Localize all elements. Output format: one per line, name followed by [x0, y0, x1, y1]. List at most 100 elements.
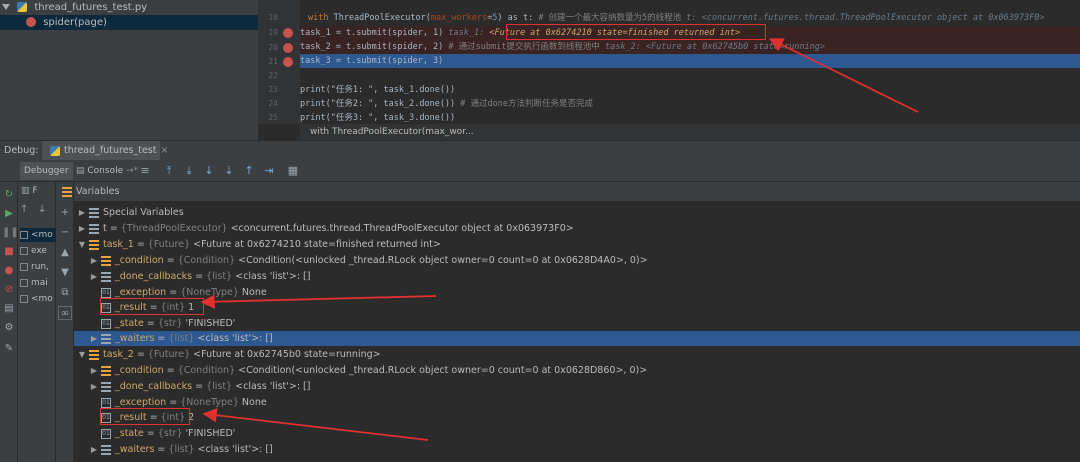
breakpoint-icon[interactable] [283, 43, 293, 53]
mute-breakpoints-icon[interactable]: ⊘ [2, 283, 16, 297]
tree-item-function[interactable]: spider(page) [0, 15, 258, 30]
expand-icon[interactable] [2, 4, 10, 10]
var-type: {list} [206, 271, 233, 282]
tree-row-special[interactable]: ▶ Special Variables [74, 205, 1080, 220]
expand-arrow-icon[interactable]: ▶ [78, 205, 86, 220]
expand-arrow-icon[interactable]: ▶ [90, 269, 98, 284]
code-text: print("任务1: ", task_1.done()) [300, 85, 456, 95]
tree-item-file[interactable]: thread_futures_test.py [2, 0, 147, 15]
code-text: task_3 = t.submit(spider, 3) [300, 56, 444, 66]
frame-item[interactable]: <mo [20, 292, 56, 306]
expand-arrow-icon[interactable]: ▶ [90, 253, 98, 268]
pin-tab-icon[interactable]: ✎ [2, 342, 16, 356]
annotation-box [100, 298, 204, 315]
move-down-icon[interactable]: ▼ [58, 266, 72, 280]
add-watch-icon[interactable]: + [58, 206, 72, 220]
tree-row-task2[interactable]: ▼ task_2 = {Future} <Future at 0x62745b0 … [74, 347, 1080, 362]
show-execution-point-icon[interactable]: ⤒ [162, 164, 176, 178]
breadcrumb[interactable]: with ThreadPoolExecutor(max_wor... [300, 124, 1080, 140]
run-to-cursor-icon[interactable]: ⇥ [262, 164, 276, 178]
move-up-icon[interactable]: ▲ [58, 246, 72, 260]
tree-row-task1-waiters[interactable]: ▶ _waiters = {list} <class 'list'>: [] [74, 331, 1080, 346]
object-icon [89, 349, 99, 360]
step-over-icon[interactable]: ⤓ [182, 164, 196, 178]
code-text: ) as t: [497, 13, 534, 23]
frame-item[interactable]: mai [20, 276, 56, 290]
expand-arrow-icon[interactable]: ▶ [90, 331, 98, 346]
var-type: {Future} [147, 349, 191, 360]
variables-tree[interactable]: Variables ▶ Special Variables ▶ t = {Threa… [62, 182, 1080, 462]
close-icon[interactable]: × [161, 145, 169, 156]
var-type: {list} [168, 444, 195, 455]
tab-debugger[interactable]: Debugger [20, 162, 73, 180]
var-value: <class 'list'>: [] [235, 381, 311, 392]
tree-row-t[interactable]: ▶ t = {ThreadPoolExecutor} <concurrent.fu… [74, 221, 1080, 236]
down-arrow-icon[interactable]: ↓ [38, 204, 46, 215]
var-name: _condition [115, 255, 164, 266]
var-type: {list} [168, 333, 195, 344]
tree-row-task2-exception[interactable]: 01 _exception = {NoneType} None [74, 395, 1080, 410]
frame-item[interactable]: <mo [20, 228, 56, 242]
var-value: <concurrent.futures.thread.ThreadPoolExe… [230, 223, 574, 234]
primitive-icon: 01 [101, 397, 111, 408]
code-line-24: print("任务2: ", task_2.done()) # 通过done方法… [300, 97, 1080, 111]
var-type: {ThreadPoolExecutor} [120, 223, 228, 234]
line-number: 19 [268, 28, 278, 37]
tab-console[interactable]: ▤ Console →* [72, 162, 142, 180]
evaluate-expression-icon[interactable]: ▦ [286, 164, 300, 178]
menu-icon[interactable]: ≡ [138, 164, 152, 178]
tree-row-task1-done-callbacks[interactable]: ▶ _done_callbacks = {list} <class 'list'>… [74, 269, 1080, 284]
resume-icon[interactable]: ▶ [2, 207, 16, 221]
pause-icon[interactable]: ❚❚ [2, 226, 19, 240]
frame-label: exe [31, 246, 47, 256]
rerun-icon[interactable]: ↻ [2, 188, 16, 202]
frame-label: run, [31, 262, 49, 272]
tree-row-task2-result[interactable]: 01 _result = {int} 2 [74, 410, 1080, 425]
collapse-arrow-icon[interactable]: ▼ [78, 347, 86, 362]
var-value: <Future at 0x6274210 state=finished retu… [193, 239, 441, 250]
tree-row-task1-result[interactable]: 01 _result = {int} 1 [74, 300, 1080, 315]
layout-icon[interactable]: ▤ [2, 302, 16, 316]
remove-watch-icon[interactable]: − [58, 226, 72, 240]
object-icon [101, 255, 111, 266]
step-out-icon[interactable]: ↑ [242, 164, 256, 178]
copy-icon[interactable]: ⧉ [58, 286, 72, 300]
collapse-arrow-icon[interactable]: ▼ [78, 237, 86, 252]
tree-row-task1[interactable]: ▼ task_1 = {Future} <Future at 0x6274210 … [74, 237, 1080, 252]
tree-row-task1-exception[interactable]: 01 _exception = {NoneType} None [74, 285, 1080, 300]
frame-item[interactable]: exe [20, 244, 56, 258]
up-arrow-icon[interactable]: ↑ [20, 204, 28, 215]
stop-icon[interactable]: ■ [2, 245, 16, 259]
var-value: <Condition(<unlocked _thread.RLock objec… [238, 365, 648, 376]
breakpoint-icon[interactable] [283, 57, 293, 67]
frames-icon: ▥ [21, 186, 33, 196]
code-text: print("任务3: ", task_3.done()) [300, 113, 456, 123]
tree-row-task2-condition[interactable]: ▶ _condition = {Condition} <Condition(<un… [74, 363, 1080, 378]
tree-row-task2-done-callbacks[interactable]: ▶ _done_callbacks = {list} <class 'list'>… [74, 379, 1080, 394]
tree-row-task1-condition[interactable]: ▶ _condition = {Condition} <Condition(<un… [74, 253, 1080, 268]
step-into-my-code-icon[interactable]: ⇣ [222, 164, 236, 178]
view-breakpoints-icon[interactable]: ● [2, 264, 16, 278]
debug-toolbar: Debugger ▤ Console →* ≡ ⤒ ⤓ ↓ ⇣ ↑ ⇥ ▦ [0, 160, 1080, 182]
frame-item[interactable]: run, [20, 260, 56, 274]
var-value: <Future at 0x62745b0 state=running> [193, 349, 381, 360]
tree-row-task2-state[interactable]: 01 _state = {str} 'FINISHED' [74, 426, 1080, 441]
expand-arrow-icon[interactable]: ▶ [78, 221, 86, 236]
expand-arrow-icon[interactable]: ▶ [90, 379, 98, 394]
line-number: 20 [268, 43, 278, 52]
tree-row-task2-waiters[interactable]: ▶ _waiters = {list} <class 'list'>: [] [74, 442, 1080, 457]
expand-arrow-icon[interactable]: ▶ [90, 363, 98, 378]
breakpoint-icon[interactable] [283, 28, 293, 38]
show-watches-icon[interactable]: ∞ [58, 306, 72, 320]
expand-arrow-icon[interactable]: ▶ [90, 442, 98, 457]
settings-icon[interactable]: ⚙ [2, 321, 16, 335]
line-number: 22 [268, 71, 278, 80]
list-icon [101, 444, 111, 455]
line-number: 24 [268, 99, 278, 108]
tree-row-task1-state[interactable]: 01 _state = {str} 'FINISHED' [74, 316, 1080, 331]
code-editor[interactable]: with ThreadPoolExecutor(max_workers=5) a… [300, 0, 1080, 124]
run-config-tab[interactable]: thread_futures_test × [42, 141, 168, 161]
step-into-icon[interactable]: ↓ [202, 164, 216, 178]
frames-header: ▥ F [18, 182, 56, 202]
object-icon [101, 365, 111, 376]
